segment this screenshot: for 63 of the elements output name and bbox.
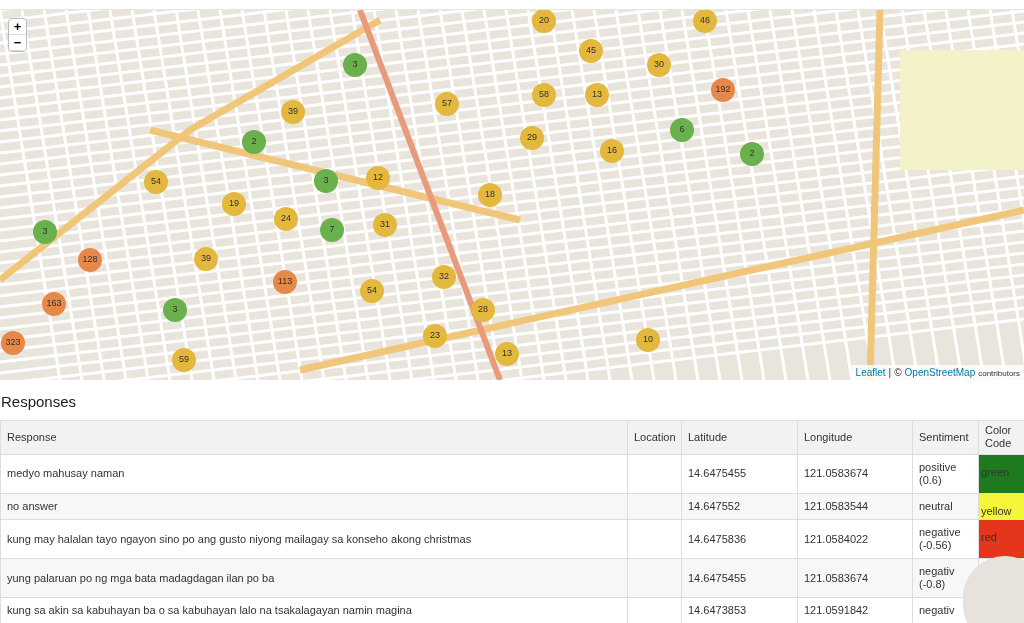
zoom-out-button[interactable]: − [9, 35, 26, 51]
table-cell: yung palaruan po ng mga bata madagdagan ilan po ba [0, 558, 628, 598]
leaflet-link[interactable]: Leaflet [855, 365, 886, 380]
table-cell: no answer [0, 493, 628, 520]
cluster-marker[interactable]: 12 [366, 166, 390, 190]
column-header: Color Code [978, 420, 1024, 454]
attribution-separator: | [888, 366, 892, 380]
cluster-marker[interactable]: 57 [435, 92, 459, 116]
table-cell: 14.647552 [681, 493, 798, 520]
cluster-marker[interactable]: 3 [33, 220, 57, 244]
cluster-marker[interactable]: 39 [281, 100, 305, 124]
table-cell: 121.0583544 [797, 493, 913, 520]
column-header: Location [627, 420, 682, 454]
cluster-marker[interactable]: 192 [711, 78, 735, 102]
cluster-marker[interactable]: 323 [1, 331, 25, 355]
cluster-marker[interactable]: 39 [194, 247, 218, 271]
cluster-marker[interactable]: 7 [320, 218, 344, 242]
table-cell: neutral [912, 493, 979, 520]
table-cell: 121.0583674 [797, 454, 913, 493]
column-header: Response [0, 420, 628, 454]
cluster-marker[interactable]: 59 [172, 348, 196, 372]
table-cell: 14.6475455 [681, 558, 798, 598]
cluster-marker[interactable]: 54 [144, 170, 168, 194]
cluster-marker[interactable]: 32 [432, 265, 456, 289]
table-cell: 14.6475836 [681, 519, 798, 559]
cluster-marker[interactable]: 163 [42, 292, 66, 316]
table-cell: kung sa akin sa kabuhayan ba o sa kabuhayan lalo na tsakalagayan namin magina [0, 597, 628, 623]
street-map[interactable]: + − 20 46 45 30 58 13 192 29 6 16 2 3 57 39 2 54 3 12 18 19 24 7 31 3 128 39 113 54 32 163 3 28 23 13 10 59 323 Leaflet | © OpenStreetMap contributors [0, 10, 1024, 380]
cluster-marker[interactable]: 113 [273, 270, 297, 294]
copyright-sign: © [894, 366, 902, 380]
cluster-marker[interactable]: 3 [343, 53, 367, 77]
cluster-marker[interactable]: 3 [163, 298, 187, 322]
cluster-marker[interactable]: 6 [670, 118, 694, 142]
cluster-marker[interactable]: 13 [495, 342, 519, 366]
cluster-marker[interactable]: 18 [478, 183, 502, 207]
cluster-marker[interactable]: 31 [373, 213, 397, 237]
cluster-marker[interactable]: 2 [740, 142, 764, 166]
cluster-marker[interactable]: 2 [242, 130, 266, 154]
cluster-marker[interactable]: 46 [693, 10, 717, 33]
cluster-marker[interactable]: 128 [78, 248, 102, 272]
table-cell: 121.0583674 [797, 558, 913, 598]
table-cell: 14.6475455 [681, 454, 798, 493]
table-cell: kung may halalan tayo ngayon sino po ang gusto niyong mailagay sa konseho akong christmas [0, 519, 628, 559]
cluster-marker[interactable]: 28 [471, 298, 495, 322]
cluster-marker[interactable]: 19 [222, 192, 246, 216]
column-header: Latitude [681, 420, 798, 454]
openstreetmap-link[interactable]: OpenStreetMap [904, 365, 976, 380]
attribution-text: contributors [978, 368, 1020, 380]
cluster-marker[interactable]: 58 [532, 83, 556, 107]
column-header: Longitude [797, 420, 913, 454]
section-title: Responses [0, 392, 78, 412]
cluster-marker[interactable]: 23 [423, 324, 447, 348]
cluster-marker[interactable]: 29 [520, 126, 544, 150]
table-cell: positive (0.6) [912, 454, 979, 493]
cluster-marker[interactable]: 54 [360, 279, 384, 303]
cluster-marker[interactable]: 10 [636, 328, 660, 352]
color-code-cell: green [978, 454, 1024, 493]
table-cell: medyo mahusay naman [0, 454, 628, 493]
cluster-marker[interactable]: 16 [600, 139, 624, 163]
table-cell: negative (-0.56) [912, 519, 979, 559]
zoom-in-button[interactable]: + [9, 19, 26, 35]
column-header: Sentiment [912, 420, 979, 454]
table-cell: 121.0584022 [797, 519, 913, 559]
